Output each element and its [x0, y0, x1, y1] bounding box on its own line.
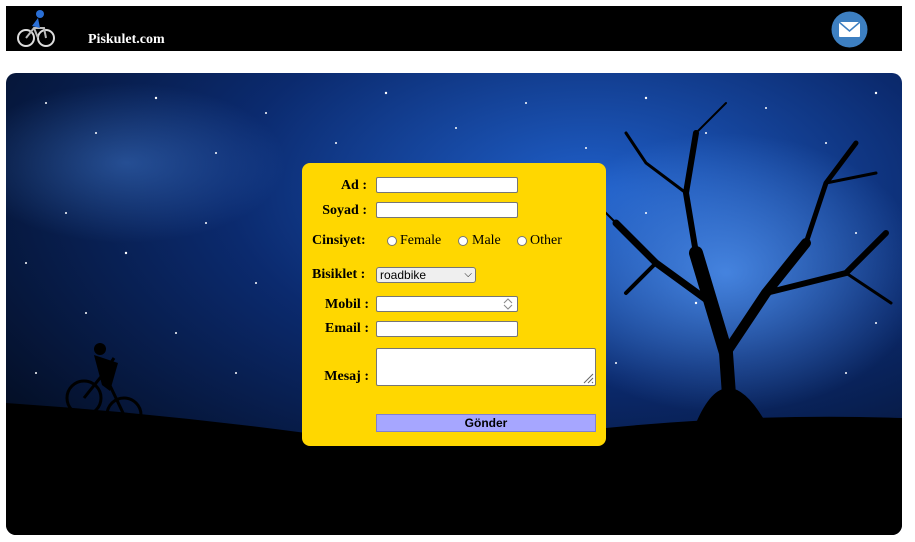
soyad-input[interactable]: [376, 202, 518, 218]
top-bar: Piskulet.com: [6, 6, 902, 51]
mesaj-textarea[interactable]: [376, 348, 596, 386]
gender-female-radio[interactable]: [387, 236, 397, 246]
mesaj-label: Mesaj :: [324, 369, 369, 384]
gender-female-label: Female: [400, 233, 442, 248]
bisiklet-label: Bisiklet :: [312, 267, 366, 282]
soyad-label: Soyad :: [322, 203, 367, 218]
number-stepper-icon[interactable]: [501, 297, 515, 311]
email-input[interactable]: [376, 321, 518, 337]
resize-handle-icon[interactable]: [582, 372, 594, 384]
bisiklet-select[interactable]: roadbike ⌵: [376, 267, 476, 283]
ad-label: Ad :: [340, 178, 367, 193]
gender-male-radio[interactable]: [458, 236, 468, 246]
mobil-input[interactable]: [376, 296, 518, 312]
email-label: Email :: [325, 321, 369, 336]
cyclist-icon[interactable]: [16, 8, 56, 48]
contact-form: Ad : Soyad : Cinsiyet: Female Male Other…: [302, 163, 606, 446]
submit-button[interactable]: Gönder: [376, 414, 596, 432]
cinsiyet-label: Cinsiyet:: [312, 233, 366, 248]
gender-male-label: Male: [472, 233, 501, 248]
envelope-icon[interactable]: [831, 11, 868, 48]
hero-banner: Ad : Soyad : Cinsiyet: Female Male Other…: [6, 73, 902, 535]
ad-input[interactable]: [376, 177, 518, 193]
bisiklet-selected-value: roadbike: [380, 268, 427, 282]
brand-name[interactable]: Piskulet.com: [88, 32, 165, 48]
gender-other-label: Other: [530, 233, 562, 248]
mobil-label: Mobil :: [325, 297, 369, 312]
gender-other-radio[interactable]: [517, 236, 527, 246]
chevron-down-icon: ⌵: [464, 269, 472, 280]
